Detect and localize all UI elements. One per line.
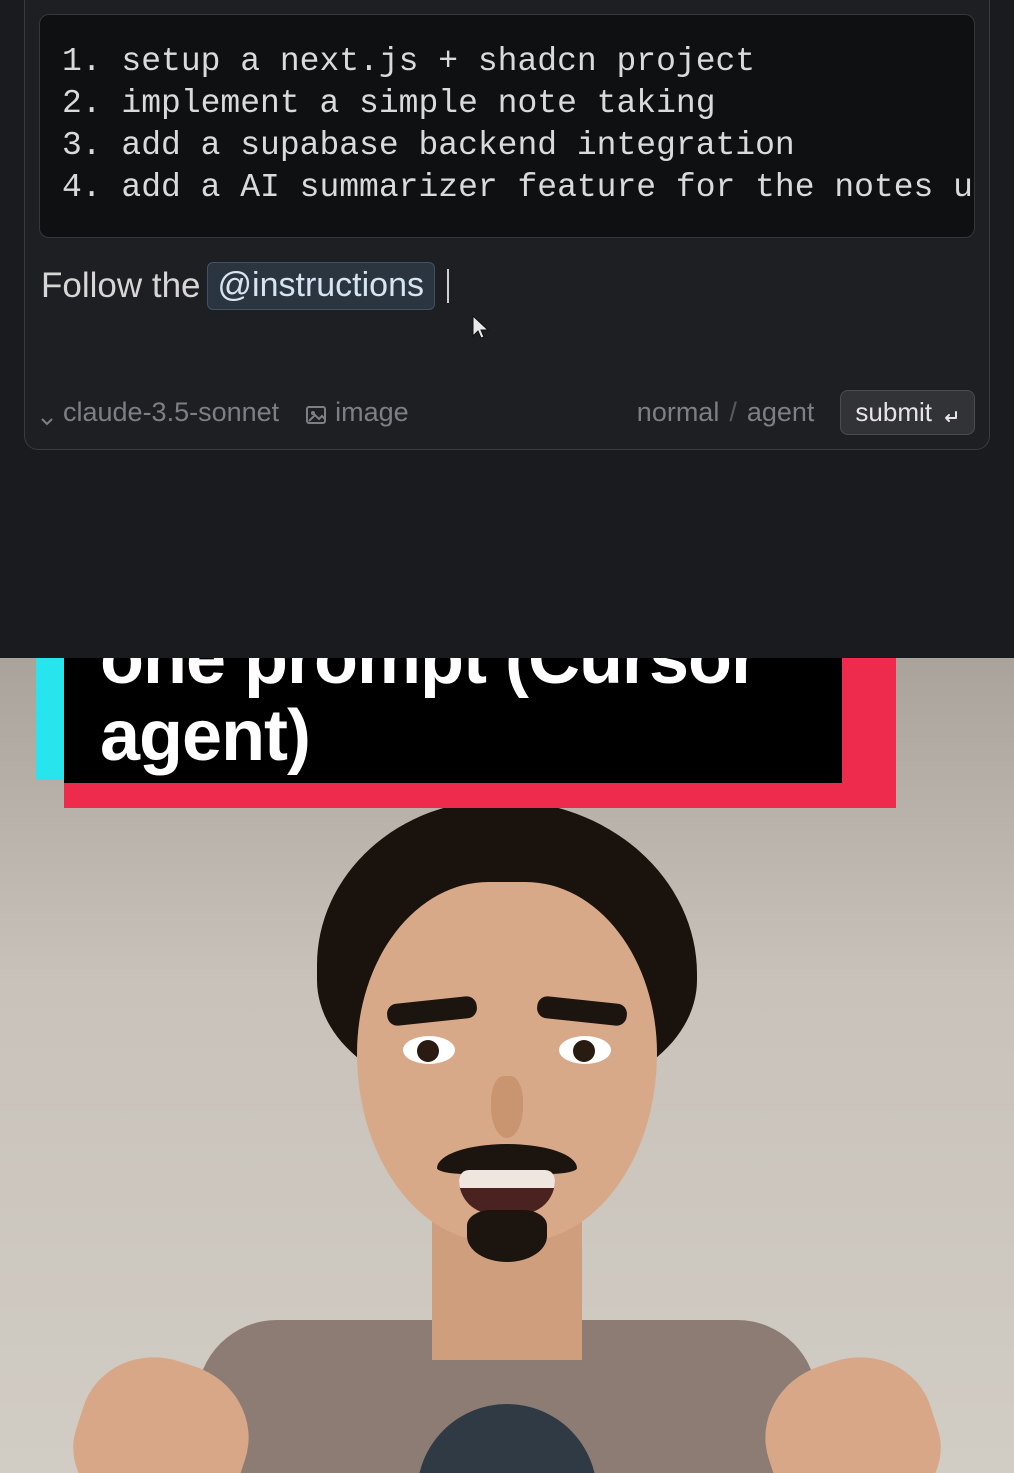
prompt-input[interactable]: Follow the @instructions — [25, 254, 989, 311]
prompt-text-prefix: Follow the — [41, 266, 201, 306]
cursor-pointer-icon — [471, 314, 491, 340]
text-caret — [447, 269, 449, 303]
composer-toolbar: claude-3.5-sonnet image normal / agent s… — [25, 380, 989, 449]
code-line: 1. setup a next.js + shadcn project — [62, 41, 952, 83]
mode-toggle[interactable]: normal / agent — [637, 397, 815, 428]
enter-key-icon — [940, 403, 960, 423]
attach-image-label: image — [335, 397, 409, 428]
presenter-figure — [147, 800, 867, 1473]
image-icon — [305, 402, 327, 424]
mode-agent-label[interactable]: agent — [747, 397, 815, 428]
mention-chip-instructions[interactable]: @instructions — [207, 262, 435, 311]
title-card-body: Build an app with one prompt (Cursor age… — [64, 658, 842, 783]
submit-button[interactable]: submit — [840, 390, 975, 435]
video-frame: Build an app with one prompt (Cursor age… — [0, 658, 1014, 1473]
code-line: 3. add a supabase backend integration — [62, 125, 952, 167]
title-card-text: Build an app with one prompt (Cursor age… — [100, 658, 806, 776]
mode-normal-label[interactable]: normal — [637, 397, 720, 428]
code-line: 4. add a AI summarizer feature for the n… — [62, 167, 952, 209]
mode-separator: / — [729, 397, 737, 428]
attach-image-button[interactable]: image — [305, 397, 409, 428]
title-card: Build an app with one prompt (Cursor age… — [36, 658, 868, 808]
chevron-down-icon — [39, 405, 55, 421]
model-name-label: claude-3.5-sonnet — [63, 397, 279, 428]
code-line: 2. implement a simple note taking — [62, 83, 952, 125]
instructions-code-block: 1. setup a next.js + shadcn project 2. i… — [39, 14, 975, 238]
submit-label: submit — [855, 397, 932, 428]
model-picker[interactable]: claude-3.5-sonnet — [39, 397, 279, 428]
chat-composer-panel: 1. setup a next.js + shadcn project 2. i… — [24, 0, 990, 450]
